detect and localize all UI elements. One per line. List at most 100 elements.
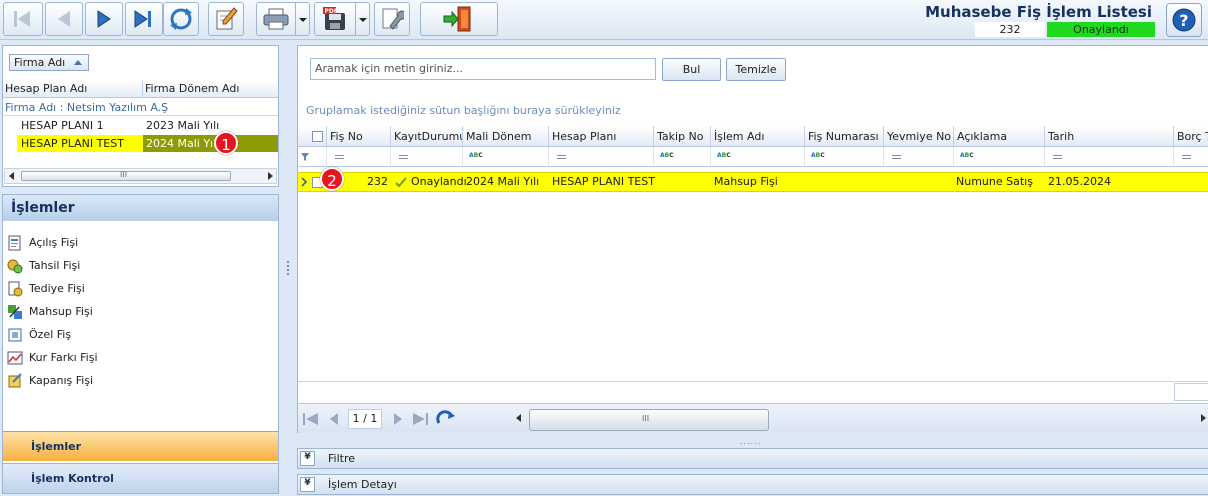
help-button[interactable]: ? <box>1166 3 1202 37</box>
vertical-splitter[interactable] <box>284 45 294 494</box>
filter-borc[interactable] <box>1174 147 1208 167</box>
scroll-thumb[interactable]: III <box>529 409 769 431</box>
closing-voucher-icon <box>8 373 22 388</box>
nav-header: İşlemler <box>3 195 278 221</box>
column-header-fis-no[interactable]: Fiş No <box>327 126 391 147</box>
page-indicator[interactable]: 1 / 1 <box>348 409 382 429</box>
previous-record-button[interactable] <box>45 2 83 36</box>
horizontal-splitter-grip[interactable]: ...... <box>740 437 761 446</box>
filter-hesap-plani[interactable] <box>549 147 654 167</box>
edit-button[interactable] <box>208 2 244 36</box>
nav-tab-islemler[interactable]: İşlemler <box>3 431 278 461</box>
equals-operator-icon <box>335 155 344 159</box>
column-header-takip-no[interactable]: Takip No <box>654 126 711 147</box>
equals-operator-icon <box>892 155 901 159</box>
nav-item-acilis[interactable]: Açılış Fişi <box>7 232 78 254</box>
approved-check-icon <box>395 177 407 188</box>
equals-operator-icon <box>1182 155 1191 159</box>
table-row-selected[interactable]: HESAP PLANI TEST 2024 Mali Yılı <box>17 135 278 152</box>
scroll-thumb[interactable]: III <box>21 170 231 181</box>
filter-yevmiye-no[interactable] <box>884 147 954 167</box>
column-header-islem-adi[interactable]: İşlem Adı <box>711 126 805 147</box>
nav-item-kur-farki[interactable]: Kur Farkı Fişi <box>7 347 98 369</box>
filter-panel-header[interactable]: ¥ Filtre <box>297 448 1208 469</box>
scroll-right-icon <box>268 172 273 180</box>
column-header-hesap-plani[interactable]: Hesap Planı <box>549 126 654 147</box>
last-record-button[interactable] <box>125 2 163 36</box>
filter-kayit-durumu[interactable] <box>391 147 463 167</box>
first-record-icon <box>14 11 30 27</box>
filter-icon <box>301 153 309 161</box>
table-row-selected[interactable]: 232 Onaylandı 2024 Mali Yılı HESAP PLANI… <box>298 172 1208 192</box>
filter-islem-adi[interactable]: ABC <box>711 147 805 167</box>
refresh-button[interactable] <box>163 2 199 36</box>
print-button[interactable] <box>256 2 296 36</box>
filter-fis-numarasi[interactable]: ABC <box>805 147 884 167</box>
exit-button[interactable] <box>420 2 498 36</box>
filter-aciklama[interactable]: ABC <box>954 147 1045 167</box>
pdf-export-dropdown[interactable] <box>356 2 370 36</box>
clear-button[interactable]: Temizle <box>726 58 786 81</box>
next-page-icon[interactable] <box>392 412 404 426</box>
group-panel-hint[interactable]: Gruplamak istediğiniz sütun başlığını bu… <box>306 104 621 117</box>
group-row[interactable]: Firma Adı : Netsim Yazılım A.Ş <box>3 100 278 116</box>
next-record-button[interactable] <box>85 2 123 36</box>
column-header-hesap-plan[interactable]: Hesap Plan Adı <box>3 80 143 98</box>
column-header-mali-donem[interactable]: Mali Dönem <box>463 126 549 147</box>
equals-operator-icon <box>557 155 566 159</box>
settings-wrench-icon <box>382 8 404 30</box>
horizontal-scrollbar[interactable]: III <box>4 168 277 184</box>
first-page-icon[interactable] <box>302 412 320 426</box>
voucher-number: 232 <box>975 22 1045 37</box>
select-all-header[interactable] <box>298 126 327 147</box>
svg-text:?: ? <box>1179 11 1188 30</box>
nav-item-ozel[interactable]: Özel Fiş <box>7 324 71 346</box>
filter-takip-no[interactable]: ABC <box>654 147 711 167</box>
table-row[interactable]: HESAP PLANI 1 2023 Mali Yılı <box>3 117 278 134</box>
column-header-yevmiye-no[interactable]: Yevmiye No <box>884 126 954 147</box>
cell-plan: HESAP PLANI TEST <box>17 135 143 152</box>
column-header-donem[interactable]: Firma Dönem Adı <box>143 80 278 98</box>
nav-item-label: Açılış Fişi <box>29 236 79 249</box>
expand-chevron-icon[interactable]: ¥ <box>300 477 315 492</box>
contains-operator-icon: ABC <box>960 152 974 159</box>
column-header-borc[interactable]: Borç To <box>1174 126 1208 147</box>
operations-nav: İşlemler Açılış Fişi Tahsil Fişi Tediye … <box>2 194 279 494</box>
nav-item-mahsup[interactable]: Mahsup Fişi <box>7 301 93 323</box>
contains-operator-icon: ABC <box>660 152 674 159</box>
column-header-kayit-durumu[interactable]: KayıtDurumu <box>391 126 463 147</box>
column-header-fis-numarasi[interactable]: Fiş Numarası <box>805 126 884 147</box>
first-record-button[interactable] <box>3 2 43 36</box>
filter-mali-donem[interactable]: ABC <box>463 147 549 167</box>
print-dropdown[interactable] <box>296 2 310 36</box>
filter-fis-no[interactable] <box>327 147 391 167</box>
detail-panel-header[interactable]: ¥ İşlem Detayı <box>297 474 1208 495</box>
search-input[interactable]: Aramak için metin giriniz... <box>310 58 656 80</box>
scroll-right-icon[interactable] <box>1201 414 1206 422</box>
column-header-tarih[interactable]: Tarih <box>1045 126 1174 147</box>
column-header-aciklama[interactable]: Açıklama <box>954 126 1045 147</box>
filter-tarih[interactable] <box>1045 147 1174 167</box>
expand-chevron-icon[interactable]: ¥ <box>300 451 315 466</box>
pdf-export-button[interactable]: PDF <box>314 2 356 36</box>
cell-tarih: 21.05.2024 <box>1048 175 1111 188</box>
nav-tab-islem-kontrol[interactable]: İşlem Kontrol <box>3 463 278 493</box>
detail-panel-label: İşlem Detayı <box>328 478 397 491</box>
refresh-page-icon[interactable] <box>436 410 456 428</box>
settings-button[interactable] <box>374 2 410 36</box>
scroll-left-icon[interactable] <box>516 414 521 422</box>
find-button[interactable]: Bul <box>662 58 721 81</box>
group-by-firm-chip[interactable]: Firma Adı <box>9 54 89 71</box>
previous-page-icon[interactable] <box>328 412 340 426</box>
nav-item-kapanis[interactable]: Kapanış Fişi <box>7 370 93 392</box>
svg-text:PDF: PDF <box>325 8 338 15</box>
select-all-checkbox[interactable] <box>312 131 323 142</box>
cell-mali-donem: 2024 Mali Yılı <box>466 175 540 188</box>
contains-operator-icon: ABC <box>469 152 483 159</box>
last-page-icon[interactable] <box>412 412 430 426</box>
status-badge: Onaylandı <box>1047 22 1155 37</box>
nav-item-tahsil[interactable]: Tahsil Fişi <box>7 255 80 277</box>
nav-item-tediye[interactable]: Tediye Fişi <box>7 278 85 300</box>
row-indicator-icon <box>301 177 308 187</box>
scroll-left-icon <box>9 172 14 180</box>
